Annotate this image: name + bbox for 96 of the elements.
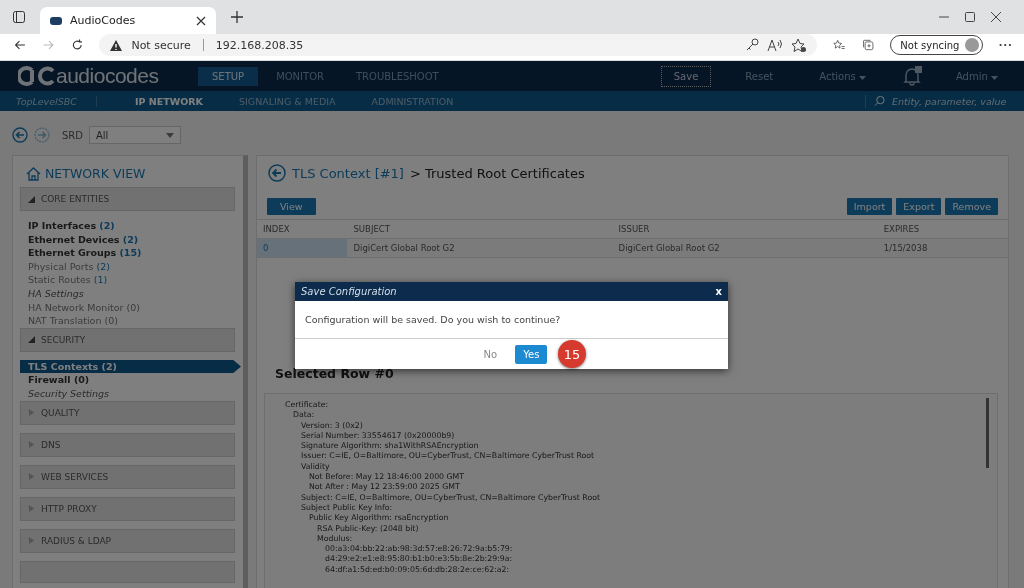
section-header[interactable]: HTTP PROXY [20, 496, 235, 521]
collapsed-triangle-icon [28, 537, 35, 545]
close-window-icon[interactable] [990, 11, 1002, 23]
sidebar-item[interactable]: NAT Translation (0) [20, 314, 235, 328]
srd-label: SRD [62, 129, 83, 141]
refresh-icon[interactable] [70, 37, 84, 53]
sidebar-item[interactable]: Firewall (0) [20, 373, 235, 387]
key-icon[interactable] [745, 38, 760, 52]
close-icon[interactable] [196, 15, 206, 26]
logo-text: audiocodes [56, 64, 159, 88]
expanded-triangle-icon [28, 195, 35, 203]
dialog-title: Save Configuration [301, 286, 397, 297]
srd-dropdown[interactable]: All [89, 126, 181, 144]
section-header[interactable]: DNS [20, 432, 235, 457]
actions-menu[interactable]: Actions [807, 66, 878, 86]
step-marker: 15 [558, 340, 586, 368]
nav-tab[interactable]: TROUBLESHOOT [342, 66, 453, 86]
sidebar-item[interactable]: HA Settings [20, 286, 235, 301]
sidebar-item[interactable]: Security Settings [20, 386, 235, 401]
caret-icon [858, 75, 866, 80]
sidebar-item[interactable]: TLS Contexts (2) [20, 359, 241, 374]
section-title: HTTP PROXY [41, 503, 97, 514]
column-header: ISSUER [612, 219, 878, 239]
section-tab[interactable]: ADMINISTRATION [353, 95, 472, 107]
new-tab-icon[interactable] [230, 10, 244, 24]
sidebar-item[interactable]: Static Routes (1) [20, 273, 235, 287]
sidebar-title: NETWORK VIEW [45, 166, 146, 181]
maximize-icon[interactable] [964, 11, 976, 23]
favorite-add-icon[interactable] [791, 37, 808, 53]
cancel-button[interactable]: No [475, 344, 506, 364]
nav-tab[interactable]: SETUP [198, 66, 259, 86]
section-title: RADIUS & LDAP [41, 535, 112, 546]
url-text: 192.168.208.35 [215, 38, 304, 52]
avatar-icon [965, 38, 980, 52]
nav-tab[interactable]: MONITOR [262, 66, 338, 86]
sidebar-item[interactable]: HA Network Monitor (0) [20, 300, 235, 315]
section-header[interactable]: QUALITY [20, 400, 235, 425]
security-label: Not secure [131, 38, 191, 52]
dialog-message: Configuration will be saved. Do you wish to continue? [295, 301, 728, 339]
save-button[interactable]: Save [660, 65, 712, 87]
section-title: SECURITY [41, 334, 86, 345]
search-icon [874, 95, 885, 107]
section-tab[interactable]: IP NETWORK [117, 95, 221, 107]
toolbar-button[interactable]: Remove [945, 198, 998, 215]
back-circle-icon[interactable] [12, 127, 28, 143]
sidebar-item[interactable]: Ethernet Devices (2) [20, 232, 235, 247]
logo-mark-icon [18, 66, 56, 86]
search-field[interactable]: Entity, parameter, value [865, 94, 1014, 108]
section-tab[interactable]: SIGNALING & MEDIA [220, 95, 354, 107]
caret-icon [991, 75, 998, 80]
close-button[interactable]: x [715, 286, 722, 297]
page-title: > Trusted Root Certificates [409, 165, 585, 181]
read-aloud-icon[interactable] [767, 38, 784, 52]
column-header: SUBJECT [347, 219, 613, 239]
column-header: INDEX [257, 219, 348, 239]
section-header[interactable]: WEB SERVICES [20, 464, 235, 489]
expanded-triangle-icon [28, 336, 35, 344]
warning-icon [109, 38, 124, 52]
view-button[interactable]: View [267, 198, 316, 215]
collapsed-triangle-icon [28, 441, 35, 449]
sidebar-item[interactable]: IP Interfaces (2) [20, 219, 235, 233]
caret-icon [166, 132, 174, 138]
collapsed-triangle-icon [28, 505, 35, 513]
scrollbar[interactable] [986, 398, 989, 468]
section-title: CORE ENTITIES [41, 194, 110, 204]
section-header[interactable]: RADIUS & LDAP [20, 528, 235, 553]
toolbar-button[interactable]: Import [846, 198, 893, 215]
collections-icon[interactable] [861, 37, 875, 53]
device-name: TopLevelSBC [10, 95, 97, 107]
column-header: EXPIRES [877, 219, 1008, 239]
reset-button[interactable]: Reset [733, 66, 786, 86]
home-icon [26, 166, 41, 181]
user-menu[interactable]: Admin [943, 66, 1010, 86]
notification-bell-icon[interactable] [901, 66, 922, 86]
browser-tab[interactable]: AudioCodes [40, 7, 216, 34]
section-header[interactable]: CORE ENTITIES [20, 187, 235, 211]
toolbar-button[interactable]: Export [896, 198, 942, 215]
section-title: WEB SERVICES [41, 471, 109, 482]
section-heading: Selected Row #0 [274, 366, 395, 381]
sidebar-item[interactable]: Ethernet Groups (15) [20, 246, 235, 260]
more-icon[interactable] [999, 43, 1012, 47]
back-circle-icon[interactable] [268, 164, 286, 182]
site-logo-icon [50, 16, 62, 25]
tab-title: AudioCodes [70, 14, 137, 27]
table-cell: 0 [257, 238, 348, 258]
sidebar-item[interactable]: Physical Ports (2) [20, 259, 235, 274]
confirm-button[interactable]: Yes [515, 344, 548, 364]
collapsed-triangle-icon [28, 473, 35, 481]
section-title: QUALITY [41, 407, 80, 418]
section-title: DNS [41, 439, 61, 450]
favorites-icon[interactable] [833, 38, 846, 52]
breadcrumb-link[interactable]: TLS Context [#1] [292, 165, 404, 181]
section-header[interactable]: SECURITY [20, 327, 235, 352]
address-field[interactable]: Not secure 192.168.208.35 [99, 34, 818, 56]
tab-actions-icon[interactable] [12, 10, 26, 24]
collapsed-triangle-icon [28, 409, 35, 417]
